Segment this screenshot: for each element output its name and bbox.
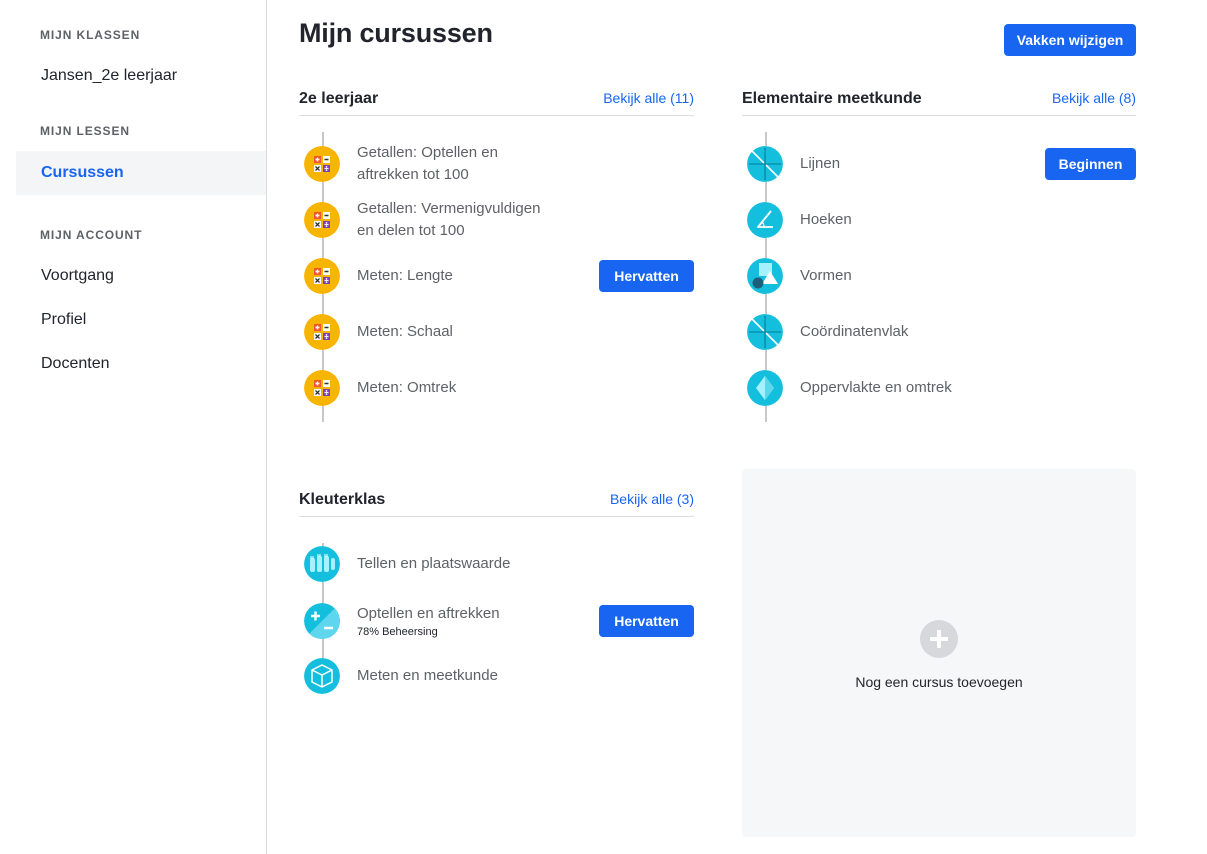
plus-minus-icon: [304, 603, 340, 639]
unit-label: Coördinatenvlak: [800, 323, 909, 340]
unit-label: Vormen: [800, 267, 852, 284]
course-header: Elementaire meetkunde Bekijk alle (8): [742, 76, 1136, 116]
sidebar-item-courses[interactable]: Cursussen: [16, 151, 266, 195]
lines-icon: [747, 314, 783, 350]
course-title[interactable]: 2e leerjaar: [299, 90, 378, 108]
course-card-2e-leerjaar: 2e leerjaar Bekijk alle (11) Getallen: O…: [299, 76, 694, 422]
course-card-kleuterklas: Kleuterklas Bekijk alle (3) Tellen en pl…: [299, 477, 694, 694]
course-title[interactable]: Elementaire meetkunde: [742, 90, 922, 108]
unit-label: Meten: Lengte: [357, 267, 453, 284]
unit-label: Hoeken: [800, 211, 852, 228]
unit-item[interactable]: Meten en meetkunde: [304, 654, 694, 698]
unit-label: Tellen en plaatswaarde: [357, 555, 511, 572]
unit-label: Getallen: Optellen en aftrekken tot 100: [357, 144, 498, 183]
edit-subjects-button[interactable]: Vakken wijzigen: [1004, 24, 1136, 56]
arithmetic-icon: [304, 258, 340, 294]
unit-label: Meten: Schaal: [357, 323, 453, 340]
arithmetic-icon: [304, 314, 340, 350]
unit-item[interactable]: Tellen en plaatswaarde: [304, 542, 694, 586]
sidebar-heading-account: MIJN ACCOUNT: [40, 228, 143, 242]
shapes-icon: [747, 258, 783, 294]
unit-item[interactable]: Meten: Schaal: [304, 310, 694, 354]
unit-item[interactable]: Oppervlakte en omtrek: [747, 366, 1137, 410]
sidebar-heading-classes: MIJN KLASSEN: [40, 28, 141, 42]
unit-item[interactable]: Getallen: Vermenigvuldigen en delen tot …: [304, 198, 694, 242]
unit-label: Lijnen: [800, 155, 841, 172]
sidebar-item-teachers[interactable]: Docenten: [16, 342, 266, 386]
plus-icon: [920, 620, 958, 658]
sidebar: MIJN KLASSEN Jansen_2e leerjaar MIJN LES…: [0, 0, 267, 854]
course-header: Kleuterklas Bekijk alle (3): [299, 477, 694, 517]
add-course-card[interactable]: Nog een cursus toevoegen: [742, 469, 1136, 837]
page-title: Mijn cursussen: [299, 18, 493, 48]
unit-item[interactable]: Optellen en aftrekken 78% Beheersing Her…: [304, 599, 694, 643]
view-all-link[interactable]: Bekijk alle (11): [603, 90, 694, 106]
unit-item[interactable]: Getallen: Optellen en aftrekken tot 100: [304, 142, 694, 186]
mastery-text: 78% Beheersing: [357, 626, 438, 638]
view-all-link[interactable]: Bekijk alle (8): [1052, 90, 1136, 106]
counting-hands-icon: [304, 546, 340, 582]
diamond-icon: [747, 370, 783, 406]
course-title[interactable]: Kleuterklas: [299, 491, 385, 509]
course-header: 2e leerjaar Bekijk alle (11): [299, 76, 694, 116]
unit-label: Optellen en aftrekken 78% Beheersing: [357, 599, 557, 643]
resume-button[interactable]: Hervatten: [599, 605, 694, 637]
unit-item[interactable]: Lijnen Beginnen: [747, 142, 1136, 186]
resume-button[interactable]: Hervatten: [599, 260, 694, 292]
sidebar-item-progress[interactable]: Voortgang: [16, 254, 266, 298]
unit-label: Getallen: Vermenigvuldigen en delen tot …: [357, 200, 541, 239]
sidebar-item-profile[interactable]: Profiel: [16, 298, 266, 342]
view-all-link[interactable]: Bekijk alle (3): [610, 491, 694, 507]
start-button[interactable]: Beginnen: [1045, 148, 1136, 180]
unit-label: Meten: Omtrek: [357, 379, 457, 396]
lines-icon: [747, 146, 783, 182]
sidebar-item-class-jansen[interactable]: Jansen_2e leerjaar: [16, 54, 266, 98]
sidebar-heading-lessons: MIJN LESSEN: [40, 124, 130, 138]
unit-item[interactable]: Hoeken: [747, 198, 1137, 242]
course-card-elementaire-meetkunde: Elementaire meetkunde Bekijk alle (8) Li…: [742, 76, 1136, 422]
arithmetic-icon: [304, 370, 340, 406]
unit-label: Oppervlakte en omtrek: [800, 379, 952, 396]
arithmetic-icon: [304, 146, 340, 182]
arithmetic-icon: [304, 202, 340, 238]
unit-label: Meten en meetkunde: [357, 667, 498, 684]
unit-item[interactable]: Vormen: [747, 254, 1137, 298]
add-course-label: Nog een cursus toevoegen: [855, 674, 1023, 690]
unit-item[interactable]: Meten: Omtrek: [304, 366, 694, 410]
cube-icon: [304, 658, 340, 694]
unit-item[interactable]: Coördinatenvlak: [747, 310, 1137, 354]
angle-icon: [747, 202, 783, 238]
unit-item[interactable]: Meten: Lengte Hervatten: [304, 254, 694, 298]
